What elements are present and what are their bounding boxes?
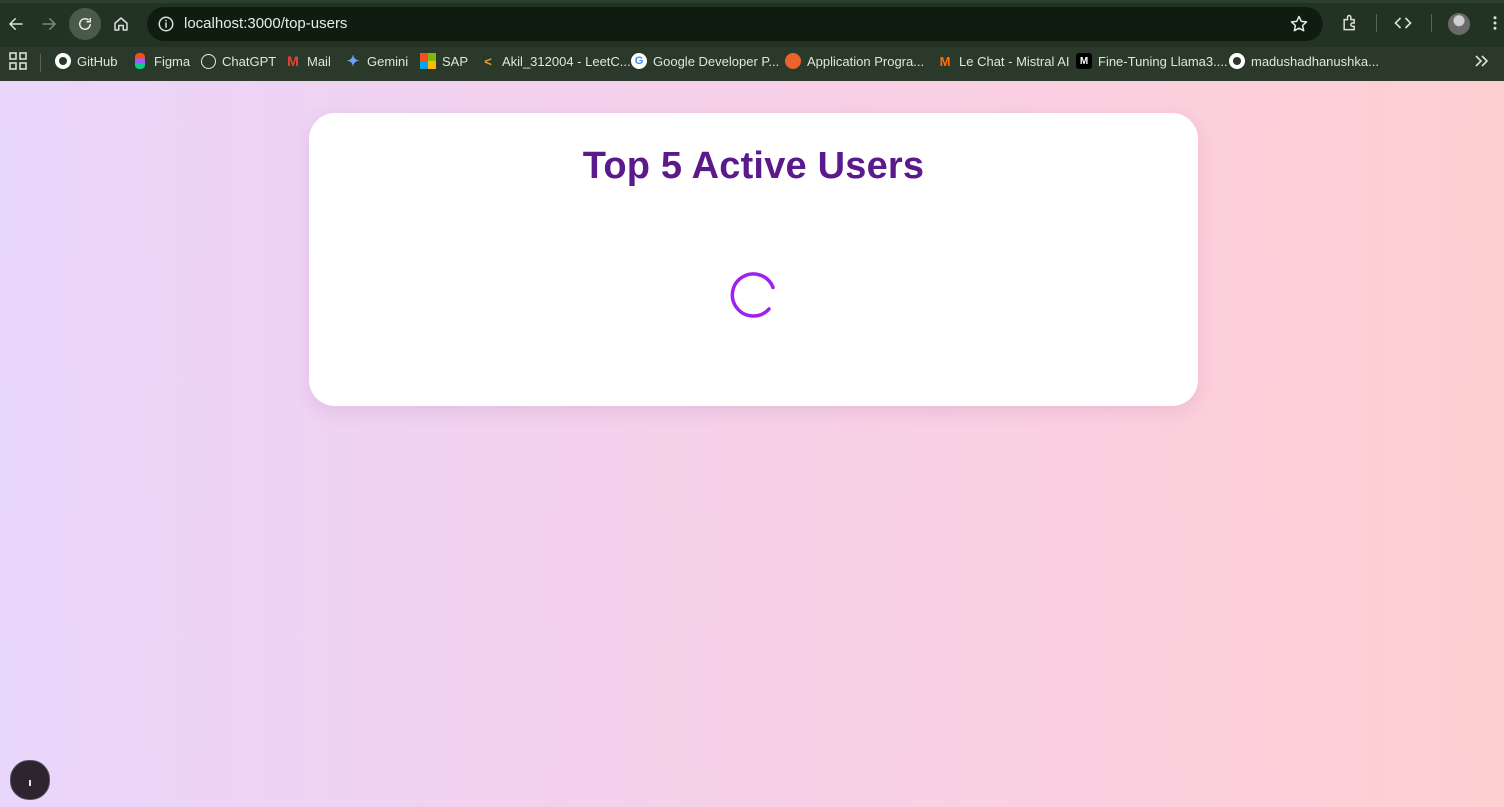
bookmarks-separator <box>40 54 41 72</box>
page-background: Top 5 Active Users <box>0 81 1504 807</box>
bookmark-sap[interactable]: SAP <box>420 52 468 70</box>
figma-icon <box>135 53 145 69</box>
chatgpt-icon <box>201 53 216 69</box>
bookmark-gemini[interactable]: ✦ Gemini <box>345 52 408 70</box>
bookmark-star-icon[interactable] <box>1289 14 1309 34</box>
bookmark-label: madushadhanushka... <box>1251 53 1379 69</box>
bookmark-github[interactable]: GitHub <box>55 52 117 70</box>
gmail-icon: M <box>287 53 299 69</box>
top-users-card: Top 5 Active Users <box>309 113 1198 406</box>
profile-avatar[interactable] <box>1448 13 1470 35</box>
github-icon <box>55 53 71 69</box>
toolbar-separator <box>1376 14 1377 32</box>
forward-button[interactable] <box>33 8 65 40</box>
bookmark-application[interactable]: Application Progra... <box>785 52 924 70</box>
medium-icon: M <box>1076 53 1092 69</box>
bookmark-leetcode[interactable]: < Akil_312004 - LeetC... <box>480 52 631 70</box>
floating-action-button[interactable] <box>10 760 50 800</box>
leetcode-icon: < <box>484 53 492 69</box>
bookmark-label: Application Progra... <box>807 53 925 69</box>
back-arrow-icon <box>8 18 23 30</box>
indicator-icon <box>29 780 31 786</box>
forward-arrow-icon <box>42 18 57 30</box>
bookmark-label: ChatGPT <box>222 53 277 69</box>
chevron-double-right-icon[interactable] <box>1472 52 1490 70</box>
reload-button[interactable] <box>69 8 101 40</box>
bookmark-madusha[interactable]: madushadhanushka... <box>1229 52 1379 70</box>
home-button[interactable] <box>105 8 137 40</box>
devtools-code-icon[interactable] <box>1392 12 1414 34</box>
reload-icon <box>79 18 91 30</box>
bookmark-label: Figma <box>154 53 191 69</box>
bookmark-label: GitHub <box>77 53 118 69</box>
apps-grid-icon[interactable] <box>9 52 27 70</box>
bookmark-label: Mail <box>307 53 331 69</box>
mistral-icon: M <box>939 53 951 69</box>
browser-toolbar: localhost:3000/top-users <box>0 0 1504 47</box>
gemini-icon: ✦ <box>346 53 360 70</box>
menu-kebab-icon[interactable] <box>1484 12 1504 34</box>
google-icon: G <box>631 53 647 69</box>
url-text[interactable]: localhost:3000/top-users <box>184 15 347 32</box>
bookmark-label: Le Chat - Mistral AI <box>959 53 1070 69</box>
address-bar[interactable]: localhost:3000/top-users <box>147 7 1323 41</box>
bookmark-fine-tuning[interactable]: M Fine-Tuning Llama3.... <box>1076 52 1228 70</box>
bookmark-le-chat[interactable]: M Le Chat - Mistral AI <box>937 52 1070 70</box>
site-info-icon[interactable] <box>155 13 177 35</box>
bookmark-label: Fine-Tuning Llama3.... <box>1098 53 1228 69</box>
extensions-icon[interactable] <box>1339 12 1361 34</box>
bookmark-label: Gemini <box>367 53 409 69</box>
toolbar-separator <box>1431 14 1432 32</box>
github-icon <box>1229 53 1245 69</box>
microsoft-icon <box>420 53 436 69</box>
loading-spinner <box>730 272 775 318</box>
bookmark-label: Akil_312004 - LeetC... <box>502 53 631 69</box>
bookmark-google-developer[interactable]: G Google Developer P... <box>631 52 779 70</box>
bookmark-mail[interactable]: M Mail <box>285 52 331 70</box>
page-title: Top 5 Active Users <box>582 145 925 187</box>
tab-strip-edge <box>0 0 1504 3</box>
home-icon <box>114 17 128 31</box>
bookmark-label: SAP <box>442 53 469 69</box>
bookmark-label: Google Developer P... <box>653 53 780 69</box>
bookmark-chatgpt[interactable]: ChatGPT <box>201 52 276 70</box>
back-button[interactable] <box>0 8 32 40</box>
app-icon <box>785 53 801 69</box>
bookmark-figma[interactable]: Figma <box>132 52 190 70</box>
